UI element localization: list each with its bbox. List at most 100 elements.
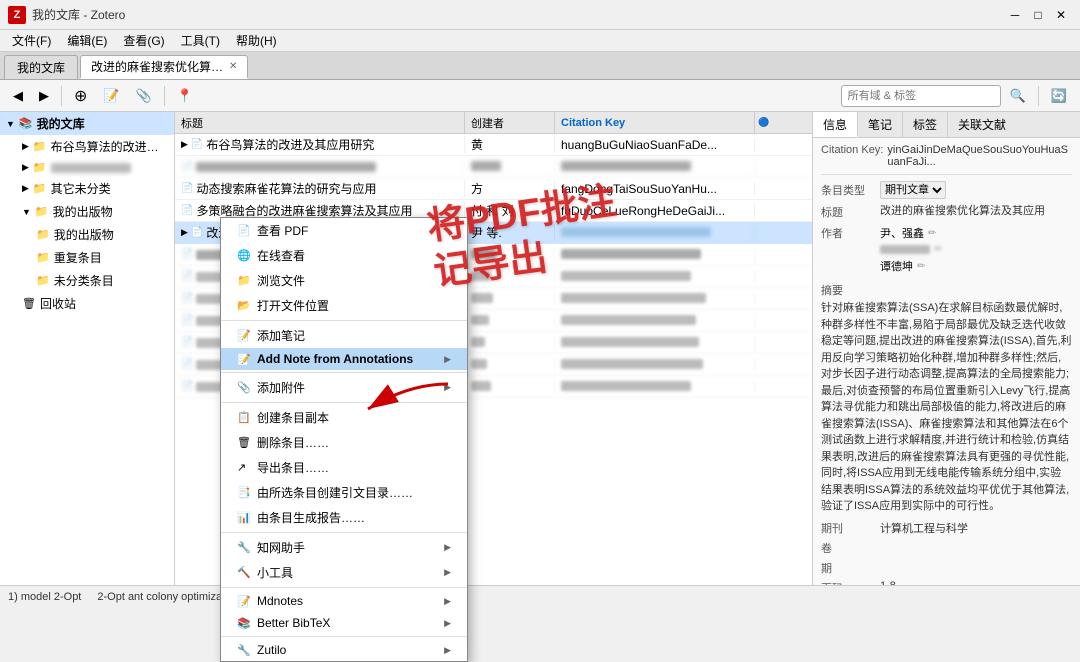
- ctx-tools[interactable]: 🔨 小工具 ▶: [221, 560, 467, 585]
- statusbar: 1) model 2-Opt 2-Opt ant colony optimiza…: [0, 585, 1080, 607]
- title-label: 标题: [821, 204, 876, 220]
- duplicate-icon: 📋: [237, 411, 251, 424]
- create-bib-icon: 📑: [237, 486, 251, 499]
- menu-file[interactable]: 文件(F): [4, 30, 59, 51]
- delete-icon: 🗑: [237, 436, 251, 449]
- journal-value: 计算机工程与科学: [880, 520, 968, 536]
- ctx-zhiwang[interactable]: 🔧 知网助手 ▶: [221, 535, 467, 560]
- titlebar: Z 我的文库 - Zotero ─ □ ✕: [0, 0, 1080, 30]
- add-attachment-button[interactable]: 📎: [129, 84, 159, 108]
- author-edit-icon-3[interactable]: ✏: [917, 261, 925, 272]
- abstract-label: 摘要: [821, 282, 1072, 298]
- generate-report-icon: 📊: [237, 511, 251, 524]
- item-type-select[interactable]: 期刊文章: [880, 181, 946, 199]
- sidebar-item-unfiled[interactable]: 📁 未分类条目: [0, 269, 174, 292]
- ctx-duplicate[interactable]: 📋 创建条目副本: [221, 405, 467, 430]
- zhiwang-icon: 🔧: [237, 541, 251, 554]
- status-item-1: 1) model 2-Opt: [8, 591, 81, 603]
- menu-help[interactable]: 帮助(H): [228, 30, 285, 51]
- pages-label: 页码: [821, 580, 876, 586]
- locate-button[interactable]: 📍: [170, 84, 200, 108]
- right-panel-tabs: 信息 笔记 标签 关联文献: [813, 112, 1080, 138]
- tab-my-library[interactable]: 我的文库: [4, 55, 78, 79]
- tab-bar: 我的文库 改进的麻雀搜索优化算… ✕: [0, 52, 1080, 80]
- app-logo: Z: [8, 6, 26, 24]
- sidebar-item-duplicates[interactable]: 📁 重复条目: [0, 246, 174, 269]
- journal-label: 期刊: [821, 520, 876, 536]
- menu-view[interactable]: 查看(G): [115, 30, 172, 51]
- view-online-icon: 🌐: [237, 249, 251, 262]
- ctx-better-bibtex[interactable]: 📚 Better BibTeX ▶: [221, 612, 467, 634]
- better-bibtex-icon: 📚: [237, 617, 251, 630]
- list-item[interactable]: ▶📄 布谷鸟算法的改进及其应用研究 黄 huangBuGuNiaoSuanFaD…: [175, 134, 812, 156]
- sidebar-item-trash[interactable]: 🗑 回收站: [0, 292, 174, 315]
- tools-icon: 🔨: [237, 566, 251, 579]
- column-headers: 标题 创建者 Citation Key 🔵: [175, 112, 812, 134]
- submenu-arrow2: ▶: [444, 382, 451, 393]
- view-pdf-icon: 📄: [237, 224, 251, 237]
- col-header-creator[interactable]: 创建者: [465, 112, 555, 133]
- list-item[interactable]: 📄: [175, 156, 812, 178]
- sidebar-item-uncategorized[interactable]: ▶ 📁 其它未分类: [0, 177, 174, 200]
- col-header-title[interactable]: 标题: [175, 112, 465, 133]
- menu-tools[interactable]: 工具(T): [173, 30, 228, 51]
- abstract-text: 针对麻雀搜索算法(SSA)在求解目标函数最优解时,种群多样性不丰富,易陷于局部最…: [821, 300, 1072, 515]
- sidebar-item-mypubs[interactable]: ▼ 📁 我的出版物: [0, 200, 174, 223]
- close-button[interactable]: ✕: [1050, 4, 1072, 26]
- menu-edit[interactable]: 编辑(E): [59, 30, 115, 51]
- minimize-button[interactable]: ─: [1004, 4, 1026, 26]
- citation-key-value: yinGaiJinDeMaQueSouSuoYouHuaSuanFaJi...: [887, 144, 1072, 168]
- tab-info[interactable]: 信息: [813, 112, 858, 137]
- browse-file-icon: 📁: [237, 274, 251, 287]
- tab-close-icon[interactable]: ✕: [229, 61, 237, 72]
- ctx-add-note[interactable]: 📝 添加笔记: [221, 323, 467, 348]
- issue-label: 期: [821, 560, 876, 576]
- expand-arrow: ▼: [6, 119, 15, 129]
- sidebar-item-library[interactable]: ▼ 📚 我的文库: [0, 112, 174, 135]
- forward-button[interactable]: ▶: [32, 84, 56, 108]
- volume-label: 卷: [821, 540, 876, 556]
- ctx-add-attachment[interactable]: 📎 添加附件 ▶: [221, 375, 467, 400]
- new-item-button[interactable]: ⊕: [67, 84, 94, 108]
- ctx-mdnotes[interactable]: 📝 Mdnotes ▶: [221, 590, 467, 612]
- author-3: 谭德坤: [880, 258, 913, 274]
- col-header-citation[interactable]: Citation Key: [555, 112, 755, 133]
- mdnotes-icon: 📝: [237, 595, 251, 608]
- back-button[interactable]: ◀: [6, 84, 30, 108]
- sync-button[interactable]: 🔄: [1044, 84, 1074, 108]
- status-item-2: 2-Opt ant colony optimization: [97, 591, 239, 603]
- export-icon: ↗: [237, 461, 251, 474]
- tab-active[interactable]: 改进的麻雀搜索优化算… ✕: [80, 55, 248, 79]
- sidebar-item-mypubs2[interactable]: 📁 我的出版物: [0, 223, 174, 246]
- menubar: 文件(F) 编辑(E) 查看(G) 工具(T) 帮助(H): [0, 30, 1080, 52]
- ctx-zutilo[interactable]: 🔧 Zutilo ▶: [221, 639, 467, 661]
- pages-value: 1-8: [880, 580, 896, 586]
- sidebar-item-blurred[interactable]: ▶ 📁: [0, 158, 174, 177]
- item-type-label: 条目类型: [821, 182, 876, 198]
- col-header-read[interactable]: 🔵: [755, 112, 775, 133]
- author-edit-icon[interactable]: ✏: [928, 228, 936, 239]
- ctx-add-note-annotations[interactable]: 📝 Add Note from Annotations ▶: [221, 348, 467, 370]
- toolbar: ◀ ▶ ⊕ 📝 📎 📍 🔍 🔄: [0, 80, 1080, 112]
- ctx-delete[interactable]: 🗑 删除条目……: [221, 430, 467, 455]
- search-button[interactable]: 🔍: [1003, 84, 1033, 108]
- search-input[interactable]: [841, 85, 1001, 107]
- ctx-view-online[interactable]: 🌐 在线查看: [221, 243, 467, 268]
- tab-related[interactable]: 关联文献: [948, 112, 1016, 137]
- ctx-view-pdf[interactable]: 📄 查看 PDF: [221, 218, 467, 243]
- sidebar-item-cuckoo[interactable]: ▶ 📁 布谷鸟算法的改进及其应用研究: [0, 135, 174, 158]
- add-note-annotations-icon: 📝: [237, 353, 251, 366]
- new-note-button[interactable]: 📝: [96, 84, 126, 108]
- tab-tags[interactable]: 标签: [903, 112, 948, 137]
- tab-notes[interactable]: 笔记: [858, 112, 903, 137]
- maximize-button[interactable]: □: [1027, 4, 1049, 26]
- list-item[interactable]: 📄 动态搜索麻雀花算法的研究与应用 方 fangDongTaiSouSuoYan…: [175, 178, 812, 200]
- ctx-generate-report[interactable]: 📊 由条目生成报告……: [221, 505, 467, 530]
- add-attachment-icon: 📎: [237, 381, 251, 394]
- ctx-export[interactable]: ↗ 导出条目……: [221, 455, 467, 480]
- ctx-create-bib[interactable]: 📑 由所选条目创建引文目录……: [221, 480, 467, 505]
- sidebar: ▼ 📚 我的文库 ▶ 📁 布谷鸟算法的改进及其应用研究 ▶ 📁 ▶ 📁 其它未分…: [0, 112, 175, 585]
- title-text: 我的文库 - Zotero: [32, 6, 125, 23]
- ctx-browse-file[interactable]: 📁 浏览文件: [221, 268, 467, 293]
- ctx-open-location[interactable]: 📂 打开文件位置: [221, 293, 467, 318]
